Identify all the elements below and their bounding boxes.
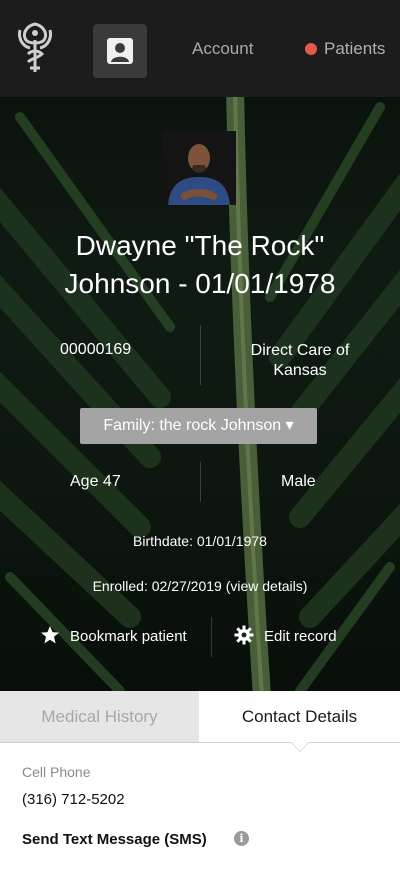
top-navigation-bar: Account Patients [0,0,400,97]
patients-status-dot [305,43,317,55]
action-divider [211,617,212,657]
patient-id: 00000169 [60,341,132,358]
star-icon [41,626,59,644]
patient-birthdate: Birthdate: 01/01/1978 [133,533,267,549]
app-logo[interactable] [14,20,56,76]
tab-contact-details[interactable]: Contact Details [199,691,400,742]
patient-enrolled[interactable]: Enrolled: 02/27/2019 (view details) [0,578,400,594]
info-divider [200,462,201,502]
tab-medical-history[interactable]: Medical History [0,691,199,742]
patient-tabs: Medical History Contact Details [0,691,400,742]
user-avatar-button[interactable] [93,24,147,78]
patient-age: Age 47 [70,473,121,490]
edit-record-button[interactable]: Edit record [234,625,337,645]
tab-underline [0,742,400,743]
patient-portrait-image [162,131,236,205]
gear-icon [234,625,254,645]
user-avatar-icon [107,38,133,64]
contact-details-panel: Cell Phone (316) 712-5202 Send Text Mess… [0,743,400,870]
nav-patients-link[interactable]: Patients [305,39,385,59]
patient-organization: Direct Care of Kansas [250,342,350,379]
nav-account-link[interactable]: Account [192,39,253,59]
bookmark-label: Bookmark patient [70,628,187,645]
bookmark-patient-button[interactable]: Bookmark patient [40,625,187,645]
caduceus-logo-icon [18,22,52,72]
patient-photo [162,131,236,205]
patient-name-heading: Dwayne "The Rock" Johnson - 01/01/1978 [64,230,336,299]
edit-record-label: Edit record [264,628,337,645]
active-tab-pointer-fill [291,742,309,751]
nav-patients-label: Patients [324,39,386,58]
patient-sex: Male [281,473,316,490]
cell-phone-value[interactable]: (316) 712-5202 [22,791,125,808]
send-sms-heading: Send Text Message (SMS) [22,831,207,848]
info-icon[interactable]: i [234,831,249,846]
cell-phone-label: Cell Phone [22,764,91,780]
info-divider [200,325,201,385]
family-dropdown[interactable]: Family: the rock Johnson ▾ [80,408,317,444]
